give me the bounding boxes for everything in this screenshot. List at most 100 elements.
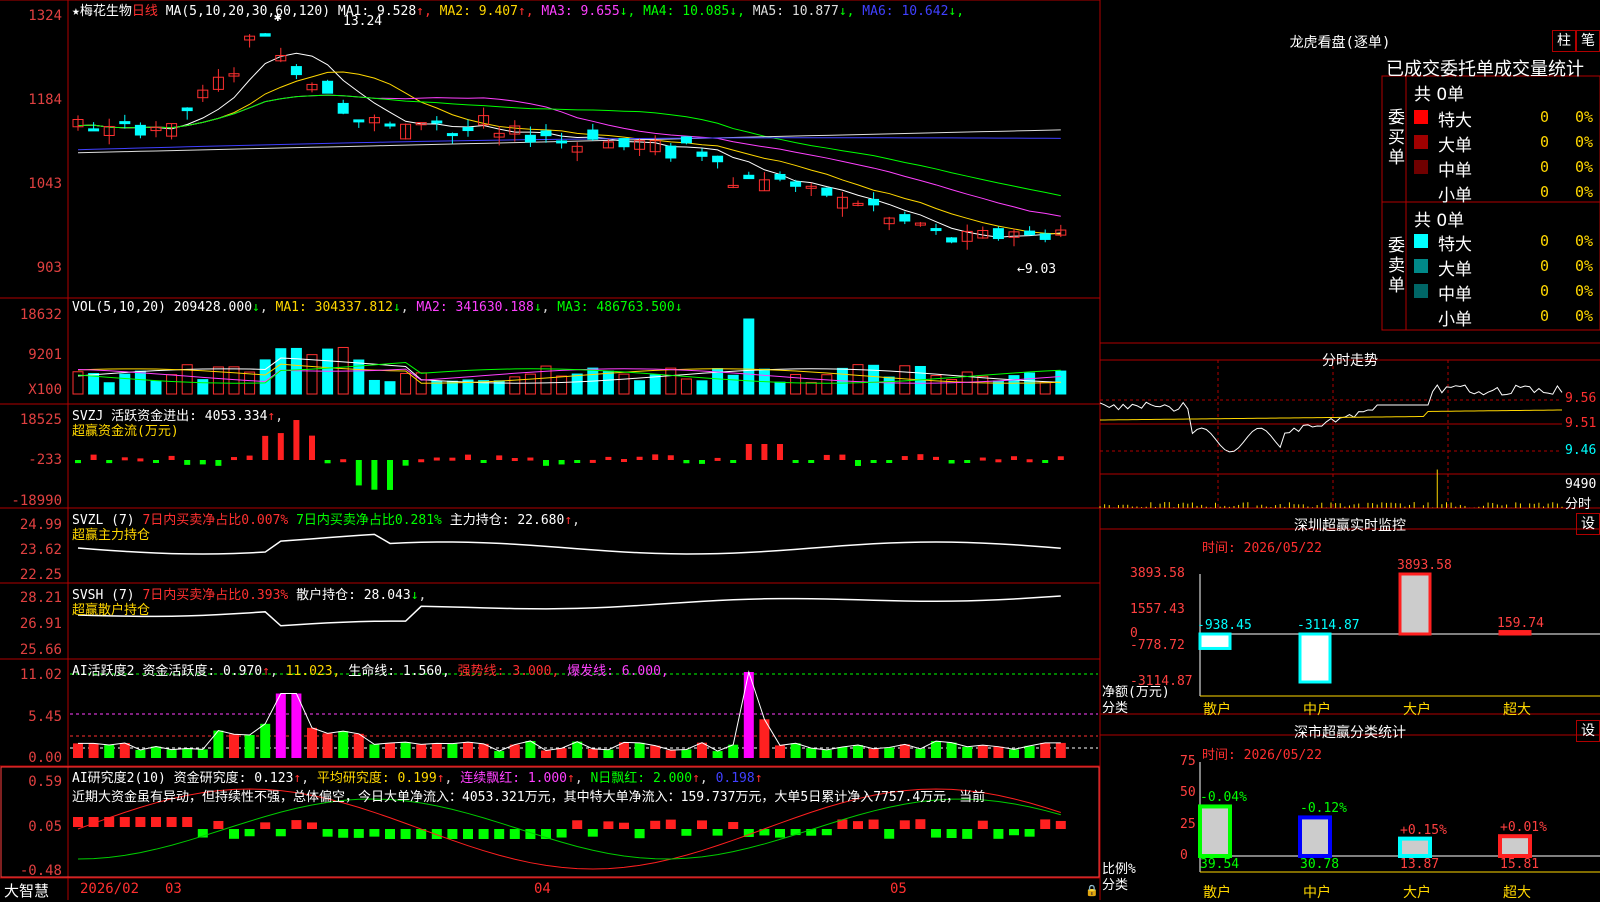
activity-bar bbox=[88, 743, 99, 758]
svzl-y-tick: 23.62 bbox=[19, 542, 62, 558]
order-count: 0 bbox=[1540, 183, 1550, 201]
money-flow-bar bbox=[324, 460, 331, 464]
monitor-bar bbox=[1198, 632, 1232, 650]
svsh-title: 超赢散户持仓 bbox=[72, 603, 151, 618]
activity-bar bbox=[447, 743, 458, 758]
lock-icon[interactable]: 🔒 bbox=[1085, 884, 1099, 897]
volume-bar bbox=[774, 381, 786, 395]
monitor-bar bbox=[1498, 630, 1532, 636]
research-bar bbox=[619, 822, 629, 829]
buy-orders-label: 委买单 bbox=[1388, 108, 1405, 168]
activity-bar bbox=[1055, 742, 1066, 758]
vol-y-tick: 18632 bbox=[19, 307, 62, 323]
research-bar bbox=[977, 820, 988, 829]
activity-bar bbox=[977, 745, 988, 758]
candle-body bbox=[930, 228, 942, 232]
research-bar bbox=[509, 829, 520, 839]
stock-name[interactable]: 梅花生物 bbox=[80, 4, 132, 19]
svsh-y-tick: 26.91 bbox=[19, 616, 62, 632]
order-color-swatch bbox=[1414, 185, 1428, 199]
class-settings-button[interactable]: 设 bbox=[1576, 720, 1600, 742]
class-category: 超大 bbox=[1503, 885, 1531, 901]
volume-bar bbox=[134, 370, 146, 395]
candle-body bbox=[181, 107, 193, 112]
stats-title: 已成交委托单成交量统计 bbox=[1386, 59, 1584, 80]
money-flow-bar bbox=[777, 444, 783, 460]
ma-line-3 bbox=[77, 94, 1061, 217]
volume-bar bbox=[197, 379, 209, 395]
monitor-category: 散户 bbox=[1203, 702, 1231, 718]
research-bar bbox=[260, 822, 271, 829]
candle-body bbox=[119, 121, 131, 125]
monitor-bar-label: -3114.87 bbox=[1297, 617, 1360, 633]
activity-bar bbox=[821, 749, 832, 758]
research-bar bbox=[338, 829, 349, 838]
money-flow-bar bbox=[418, 459, 425, 463]
activity-bar bbox=[915, 748, 926, 758]
research-bar bbox=[587, 829, 598, 837]
candle-body bbox=[946, 237, 958, 243]
activity-bar bbox=[400, 742, 411, 758]
svsh-y-tick: 25.66 bbox=[19, 642, 62, 658]
candle-body bbox=[712, 155, 724, 163]
activity-bar bbox=[681, 749, 692, 758]
candle-body bbox=[868, 198, 880, 206]
ai-research-header: AI研究度2(10) 资金研究度: 0.123↑, 平均研究度: 0.199↑,… bbox=[72, 771, 763, 786]
buy-total: 共 0单 bbox=[1414, 85, 1465, 105]
ma-value-2: MA2: 9.407 bbox=[431, 4, 518, 19]
activity-bar bbox=[119, 742, 130, 758]
money-flow-bar bbox=[979, 457, 986, 461]
monitor-settings-button[interactable]: 设 bbox=[1576, 513, 1600, 535]
ma-params: MA(5,10,20,30,60,120) bbox=[165, 4, 331, 19]
class-bar bbox=[1298, 815, 1332, 859]
activity-bar bbox=[619, 742, 629, 758]
order-count: 0 bbox=[1540, 307, 1550, 325]
research-bar bbox=[151, 817, 161, 827]
order-pct: 0% bbox=[1575, 282, 1594, 300]
stroke-view-button[interactable]: 笔 bbox=[1576, 30, 1600, 52]
research-bar bbox=[1009, 829, 1019, 836]
money-flow-bar bbox=[699, 460, 705, 464]
ai-research-y-tick: 0.05 bbox=[28, 819, 62, 835]
research-bar bbox=[307, 822, 317, 829]
activity-bar bbox=[275, 693, 286, 758]
volume-bar bbox=[1008, 375, 1020, 395]
money-flow-bar bbox=[636, 456, 643, 460]
activity-bar bbox=[541, 750, 551, 758]
monitor-y-tick: -778.72 bbox=[1130, 638, 1185, 653]
money-flow-bar bbox=[387, 460, 393, 490]
main-y-tick: 1184 bbox=[28, 92, 62, 108]
monitor-bar bbox=[1298, 632, 1332, 684]
bar-view-button[interactable]: 柱 bbox=[1552, 30, 1576, 52]
ma-values: MA1: 9.528↑, MA2: 9.407↑, MA3: 9.655↓, M… bbox=[337, 4, 965, 19]
research-bar bbox=[244, 829, 255, 837]
money-flow-bar bbox=[870, 460, 877, 463]
activity-bar bbox=[603, 749, 614, 758]
sz-class-title: 深市超赢分类统计 bbox=[1294, 725, 1406, 741]
order-count: 0 bbox=[1540, 158, 1550, 176]
ai-research-comment: 近期大资金虽有异动，但持续性不强，总体偏空，今日大单净流入：4053.321万元… bbox=[72, 790, 986, 805]
activity-bar bbox=[665, 750, 676, 758]
money-flow-bar bbox=[823, 454, 830, 460]
research-bar bbox=[213, 820, 224, 829]
monitor-category: 中户 bbox=[1303, 702, 1331, 718]
order-pct: 0% bbox=[1575, 232, 1594, 250]
research-bar bbox=[1040, 819, 1051, 829]
volume-header: VOL(5,10,20) 209428.000↓, MA1: 304337.81… bbox=[72, 300, 683, 315]
activity-bar bbox=[884, 747, 895, 758]
order-count: 0 bbox=[1540, 133, 1550, 151]
intraday-tick: 9.56 bbox=[1565, 391, 1597, 406]
period-label[interactable]: 日线 bbox=[132, 4, 158, 19]
activity-bar bbox=[369, 744, 380, 758]
money-flow-bar bbox=[371, 460, 378, 490]
candle-body bbox=[431, 120, 443, 124]
activity-bar bbox=[166, 749, 177, 758]
research-bar bbox=[1055, 820, 1066, 829]
ai-active-header: AI活跃度2 资金活跃度: 0.970↑, 11.023, 生命线: 1.560… bbox=[72, 664, 669, 679]
monitor-category: 大户 bbox=[1403, 702, 1431, 718]
activity-bar bbox=[587, 748, 598, 758]
activity-bar bbox=[182, 748, 193, 758]
order-type: 小单 bbox=[1438, 186, 1472, 206]
research-bar bbox=[650, 820, 661, 829]
order-pct: 0% bbox=[1575, 307, 1594, 325]
